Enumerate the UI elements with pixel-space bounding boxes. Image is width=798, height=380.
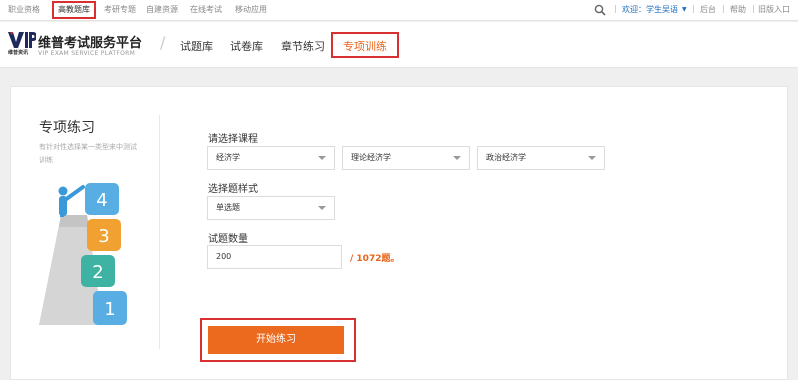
nav-paper-bank[interactable]: 试卷库 — [230, 38, 263, 54]
chevron-down-icon — [588, 156, 596, 160]
topbar-link-help[interactable]: 帮助 — [730, 4, 746, 15]
brand-subtitle: 维普资讯 — [8, 50, 29, 56]
climbing-steps-illustration: 4 3 2 1 — [39, 183, 127, 325]
chevron-down-icon — [318, 156, 326, 160]
question-total-count: / 1072题。 — [350, 254, 400, 264]
practice-card: 专项练习 有针对性选择某一类型来中测试训练 4 3 2 1 — [10, 86, 788, 380]
sidebar-title: 专项练习 — [39, 120, 95, 136]
step-2-label: 2 — [92, 262, 103, 283]
chevron-down-icon — [453, 156, 461, 160]
question-type-select[interactable]: 单选题 — [207, 196, 335, 220]
course-select-3[interactable]: 政治经济学 — [477, 146, 605, 170]
top-utility-bar: 职业资格 高教题库 考研专题 自建资源 在线考试 移动应用 | 欢迎：学生吴语 … — [0, 0, 798, 21]
course-label: 请选择课程 — [208, 134, 258, 145]
topbar-separator: | — [692, 4, 695, 13]
question-count-input[interactable]: 200 — [207, 245, 342, 269]
topbar-separator: | — [614, 4, 617, 13]
course-select-2-value: 理论经济学 — [351, 153, 391, 162]
course-select-3-value: 政治经济学 — [486, 153, 526, 162]
topbar-link-old-version[interactable]: 旧版入口 — [758, 4, 790, 15]
highlight-box-nav — [331, 32, 399, 58]
step-4-label: 4 — [96, 190, 107, 211]
main-header: 维普考试服务平台 维普资讯 VIP EXAM SERVICE PLATFORM … — [0, 22, 798, 68]
welcome-user[interactable]: 欢迎：学生吴语 — [622, 4, 678, 15]
nav-question-bank[interactable]: 试题库 — [180, 38, 213, 54]
topbar-link-postgrad[interactable]: 考研专题 — [104, 4, 136, 15]
step-3-label: 3 — [98, 226, 109, 247]
topbar-link-mobile[interactable]: 移动应用 — [235, 4, 267, 15]
vertical-divider — [159, 115, 160, 349]
topbar-link-online-exam[interactable]: 在线考试 — [190, 4, 222, 15]
brand-english: VIP EXAM SERVICE PLATFORM — [38, 50, 136, 57]
site-logo[interactable]: 维普考试服务平台 维普资讯 VIP EXAM SERVICE PLATFORM — [8, 32, 156, 62]
nav-chapter-practice[interactable]: 章节练习 — [281, 38, 325, 54]
step-1-label: 1 — [104, 299, 115, 320]
topbar-link-self-built[interactable]: 自建资源 — [146, 4, 178, 15]
header-divider: / — [160, 33, 166, 52]
search-icon[interactable] — [594, 4, 606, 16]
topbar-separator: | — [722, 4, 725, 13]
topbar-link-qualification[interactable]: 职业资格 — [8, 4, 40, 15]
topbar-separator: | — [752, 4, 755, 13]
course-select-2[interactable]: 理论经济学 — [342, 146, 470, 170]
chevron-down-icon — [318, 206, 326, 210]
question-type-label: 选择题样式 — [208, 184, 258, 195]
topbar-link-admin[interactable]: 后台 — [700, 4, 716, 15]
start-practice-button[interactable]: 开始练习 — [208, 326, 344, 354]
brand-name: 维普考试服务平台 — [38, 36, 143, 51]
question-type-value: 单选题 — [216, 203, 240, 212]
highlight-box-topbar — [52, 1, 96, 19]
question-count-value: 200 — [216, 252, 232, 261]
vip-logo-icon — [8, 32, 36, 48]
sidebar-description: 有针对性选择某一类型来中测试训练 — [39, 143, 137, 164]
question-count-label: 试题数量 — [208, 234, 248, 245]
chevron-down-icon[interactable]: ▼ — [682, 6, 687, 13]
course-select-1-value: 经济学 — [216, 153, 240, 162]
course-select-1[interactable]: 经济学 — [207, 146, 335, 170]
